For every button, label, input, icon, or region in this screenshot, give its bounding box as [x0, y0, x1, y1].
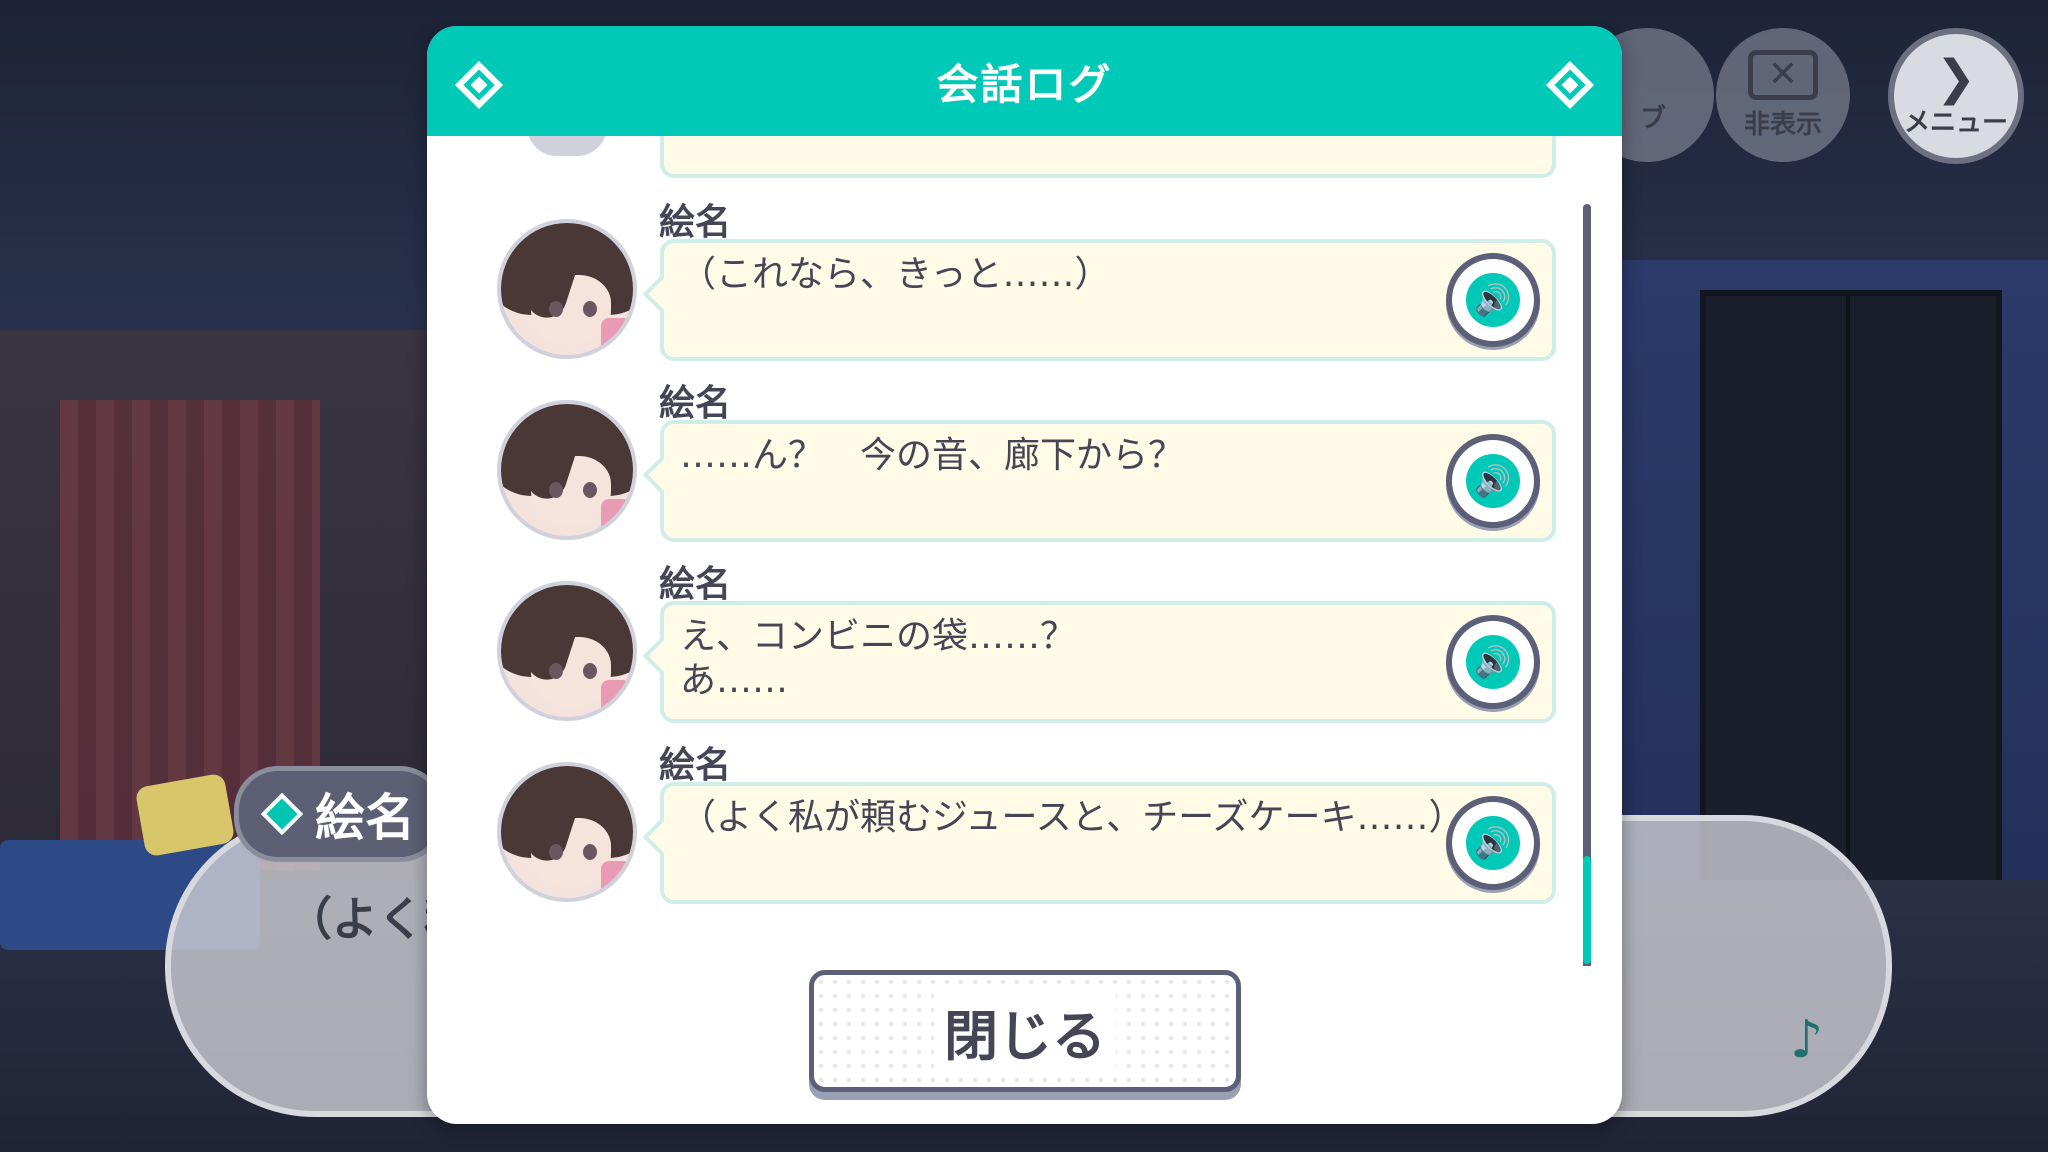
speaker-icon: 🔊 — [1466, 635, 1520, 689]
chevron-right-icon: ❯ — [1935, 49, 1977, 106]
closet — [1700, 290, 2002, 902]
log-text: ……ん？ 今の音、廊下から？ — [680, 435, 1185, 476]
menu-button[interactable]: ❯ メニュー — [1888, 28, 2024, 164]
scrollbar-track[interactable] — [1583, 204, 1591, 966]
log-bubble-partial — [660, 136, 1556, 178]
log-scroll-area[interactable]: 絵名 （これなら、きっと……） 🔊 絵名 ……ん？ 今の音、廊下から？ 🔊 絵名… — [427, 136, 1622, 966]
dialog-header: 会話ログ — [427, 26, 1622, 136]
log-entry: 絵名 （よく私が頼むジュースと、チーズケーキ……） 🔊 — [427, 724, 1622, 905]
diamond-icon — [260, 792, 304, 836]
hide-ui-label: 非表示 — [1743, 109, 1822, 140]
log-bubble: え、コンビニの袋……？ あ…… 🔊 — [660, 601, 1556, 723]
scrollbar-thumb[interactable] — [1583, 856, 1591, 964]
voice-play-button[interactable]: 🔊 — [1446, 253, 1540, 347]
log-entry: 絵名 ……ん？ 今の音、廊下から？ 🔊 — [427, 362, 1622, 543]
speaker-name-chip: 絵名 — [234, 766, 444, 862]
music-note-icon[interactable]: ♪ — [1790, 1010, 1823, 1070]
dialog-title: 会話ログ — [936, 59, 1113, 109]
log-button-label: ブ — [1640, 104, 1667, 134]
avatar — [497, 762, 637, 902]
avatar — [497, 400, 637, 540]
speaker-name: 絵名 — [659, 564, 732, 605]
log-bubble: （よく私が頼むジュースと、チーズケーキ……） 🔊 — [660, 782, 1556, 904]
log-text: （よく私が頼むジュースと、チーズケーキ……） — [680, 797, 1465, 838]
log-entry: 絵名 え、コンビニの袋……？ あ…… 🔊 — [427, 543, 1622, 724]
log-entry: 絵名 （これなら、きっと……） 🔊 — [427, 181, 1622, 362]
avatar — [497, 219, 637, 359]
log-bubble: （これなら、きっと……） 🔊 — [660, 239, 1556, 361]
avatar — [497, 581, 637, 721]
speaker-name: 絵名 — [659, 745, 732, 786]
diamond-icon — [1545, 60, 1595, 110]
speaker-icon: 🔊 — [1466, 816, 1520, 870]
voice-play-button[interactable]: 🔊 — [1446, 615, 1540, 709]
speaker-icon: 🔊 — [1466, 454, 1520, 508]
diamond-icon — [454, 60, 504, 110]
speaker-name: 絵名 — [659, 383, 732, 424]
close-button-label: 閉じる — [934, 991, 1116, 1071]
voice-play-button[interactable]: 🔊 — [1446, 434, 1540, 528]
hide-ui-button[interactable]: ✕ 非表示 — [1716, 28, 1850, 162]
voice-play-button[interactable]: 🔊 — [1446, 796, 1540, 890]
log-bubble: ……ん？ 今の音、廊下から？ 🔊 — [660, 420, 1556, 542]
speaker-name: 絵名 — [315, 789, 415, 847]
avatar — [527, 136, 607, 156]
log-text: （これなら、きっと……） — [680, 254, 1111, 295]
menu-label: メニュー — [1903, 107, 2008, 138]
log-text: え、コンビニの袋……？ あ…… — [680, 616, 1077, 701]
hide-icon: ✕ — [1748, 49, 1818, 100]
speaker-name: 絵名 — [659, 202, 732, 243]
conversation-log-dialog: 会話ログ 絵名 （これなら、きっと……） 🔊 絵名 ……ん？ 今の音、廊下から？… — [427, 26, 1622, 1124]
close-button[interactable]: 閉じる — [809, 970, 1241, 1092]
speaker-icon: 🔊 — [1466, 273, 1520, 327]
